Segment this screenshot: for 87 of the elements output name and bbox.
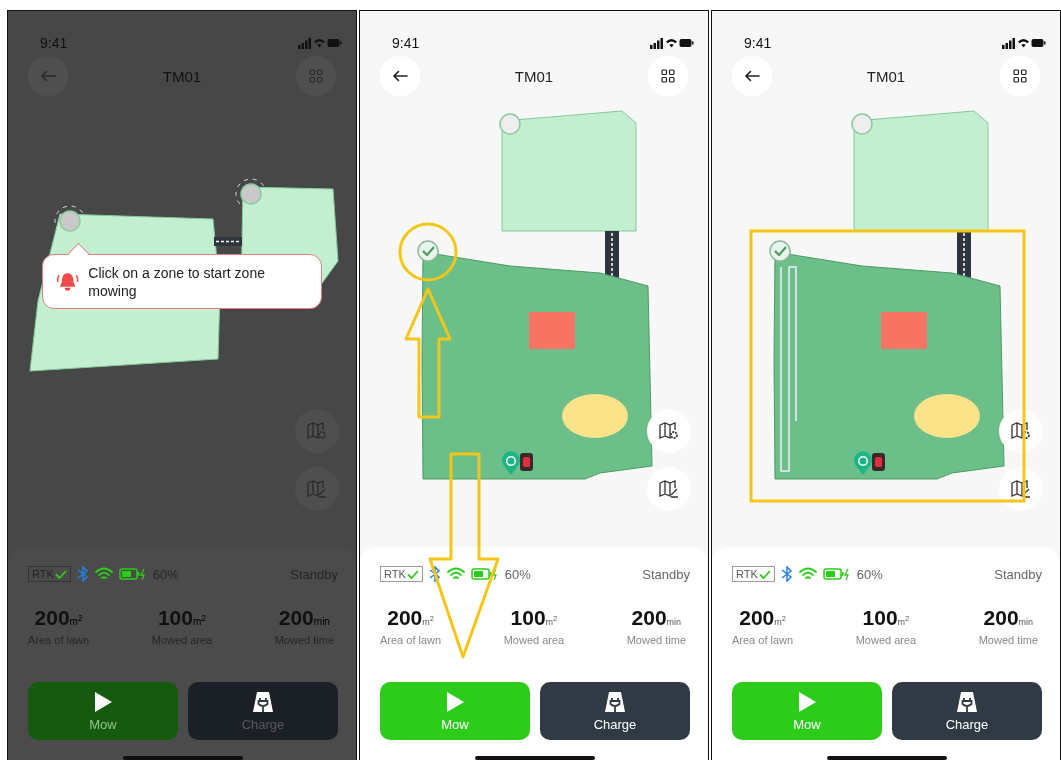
charge-button[interactable]: Charge — [540, 682, 690, 740]
check-marker-icon — [417, 240, 439, 262]
play-icon — [797, 690, 817, 713]
menu-button[interactable] — [648, 56, 688, 96]
stat-label: Mowed area — [855, 634, 917, 646]
stat-label: Area of lawn — [732, 634, 794, 646]
zone-marker-icon — [235, 178, 267, 210]
zone-marker-icon — [54, 205, 86, 237]
menu-button[interactable] — [1000, 56, 1040, 96]
obstacle-area — [529, 312, 575, 349]
stat-label: Mowed time — [978, 634, 1038, 646]
rtk-badge: RTK — [380, 566, 423, 582]
bluetooth-icon — [780, 566, 793, 582]
device-title: TM01 — [866, 67, 906, 85]
wifi-icon — [798, 567, 817, 581]
stat-value: 100m$^{2}$ — [510, 607, 558, 631]
highlight-circle — [398, 222, 458, 282]
location-pin-icon — [854, 451, 872, 475]
map-settings-button[interactable] — [647, 409, 691, 453]
grid-icon — [661, 69, 675, 83]
obstacle-area — [881, 312, 927, 349]
stat-value: 200min — [983, 607, 1034, 631]
stat-value: 100m$^{2}$ — [862, 607, 910, 631]
battery-charging-icon — [470, 567, 499, 581]
map-gear-icon — [1011, 422, 1031, 440]
back-arrow-icon — [744, 70, 760, 82]
mow-button[interactable]: Mow — [28, 682, 178, 741]
bluetooth-icon — [76, 566, 89, 582]
mower-state: Standby — [642, 566, 690, 582]
grid-icon — [1013, 69, 1027, 83]
grid-icon — [309, 69, 323, 83]
map-gear-icon — [659, 422, 679, 440]
battery-charging-icon — [118, 567, 147, 581]
stat-value: 200m$^{2}$ — [34, 607, 83, 632]
stat-label: Mowed area — [503, 634, 565, 646]
battery-charging-icon — [822, 567, 851, 581]
signal-wifi-battery-icon — [650, 37, 694, 49]
check-icon — [758, 569, 771, 579]
back-arrow-icon — [40, 70, 56, 82]
wifi-icon — [94, 567, 113, 581]
signal-wifi-battery-icon — [1002, 37, 1046, 49]
back-button[interactable] — [732, 56, 772, 96]
map-edit-button[interactable] — [999, 467, 1043, 511]
stat-value: 100m$^{2}$ — [157, 607, 206, 632]
check-icon — [406, 569, 419, 579]
battery-level: 60% — [504, 566, 531, 582]
mow-button[interactable]: Mow — [732, 682, 882, 740]
battery-level: 60% — [856, 566, 883, 582]
bluetooth-icon — [428, 566, 441, 582]
stat-value: 200min — [631, 607, 682, 631]
stat-value: 200m$^{2}$ — [387, 607, 434, 631]
location-pin-icon — [502, 451, 520, 475]
mower-icon — [872, 453, 885, 471]
charge-button[interactable]: Charge — [892, 682, 1042, 740]
obstacle-area — [914, 394, 980, 438]
check-marker-icon — [769, 240, 791, 262]
stat-value: 200m$^{2}$ — [739, 607, 786, 631]
obstacle-area — [562, 394, 628, 438]
mower-icon — [520, 453, 533, 471]
zone-marker-icon — [851, 113, 873, 135]
mower-state: Standby — [994, 566, 1042, 582]
play-icon — [445, 690, 465, 713]
rtk-badge: RTK — [732, 566, 775, 582]
map-gear-icon — [307, 422, 327, 440]
wifi-icon — [446, 567, 465, 581]
back-arrow-icon — [392, 70, 408, 82]
path-connector — [214, 237, 242, 246]
play-icon — [93, 690, 113, 713]
back-button[interactable] — [380, 56, 420, 96]
charger-plug-icon — [252, 690, 274, 713]
map-edit-icon — [307, 480, 327, 498]
status-time: 9:41 — [744, 35, 772, 51]
stat-label: Area of lawn — [380, 634, 442, 646]
charger-plug-icon — [956, 690, 978, 713]
check-icon — [54, 569, 67, 579]
stat-label: Mowed time — [626, 634, 686, 646]
zone-marker-icon — [499, 113, 521, 135]
map-edit-icon — [659, 480, 679, 498]
charge-button[interactable]: Charge — [188, 682, 338, 741]
device-title: TM01 — [514, 67, 554, 85]
signal-wifi-battery-icon — [298, 37, 342, 49]
map-edit-icon — [1011, 480, 1031, 498]
stat-value: 200min — [278, 607, 330, 631]
charger-plug-icon — [604, 690, 626, 713]
mow-button[interactable]: Mow — [380, 682, 530, 740]
map-edit-button[interactable] — [647, 467, 691, 511]
status-time: 9:41 — [392, 35, 420, 51]
